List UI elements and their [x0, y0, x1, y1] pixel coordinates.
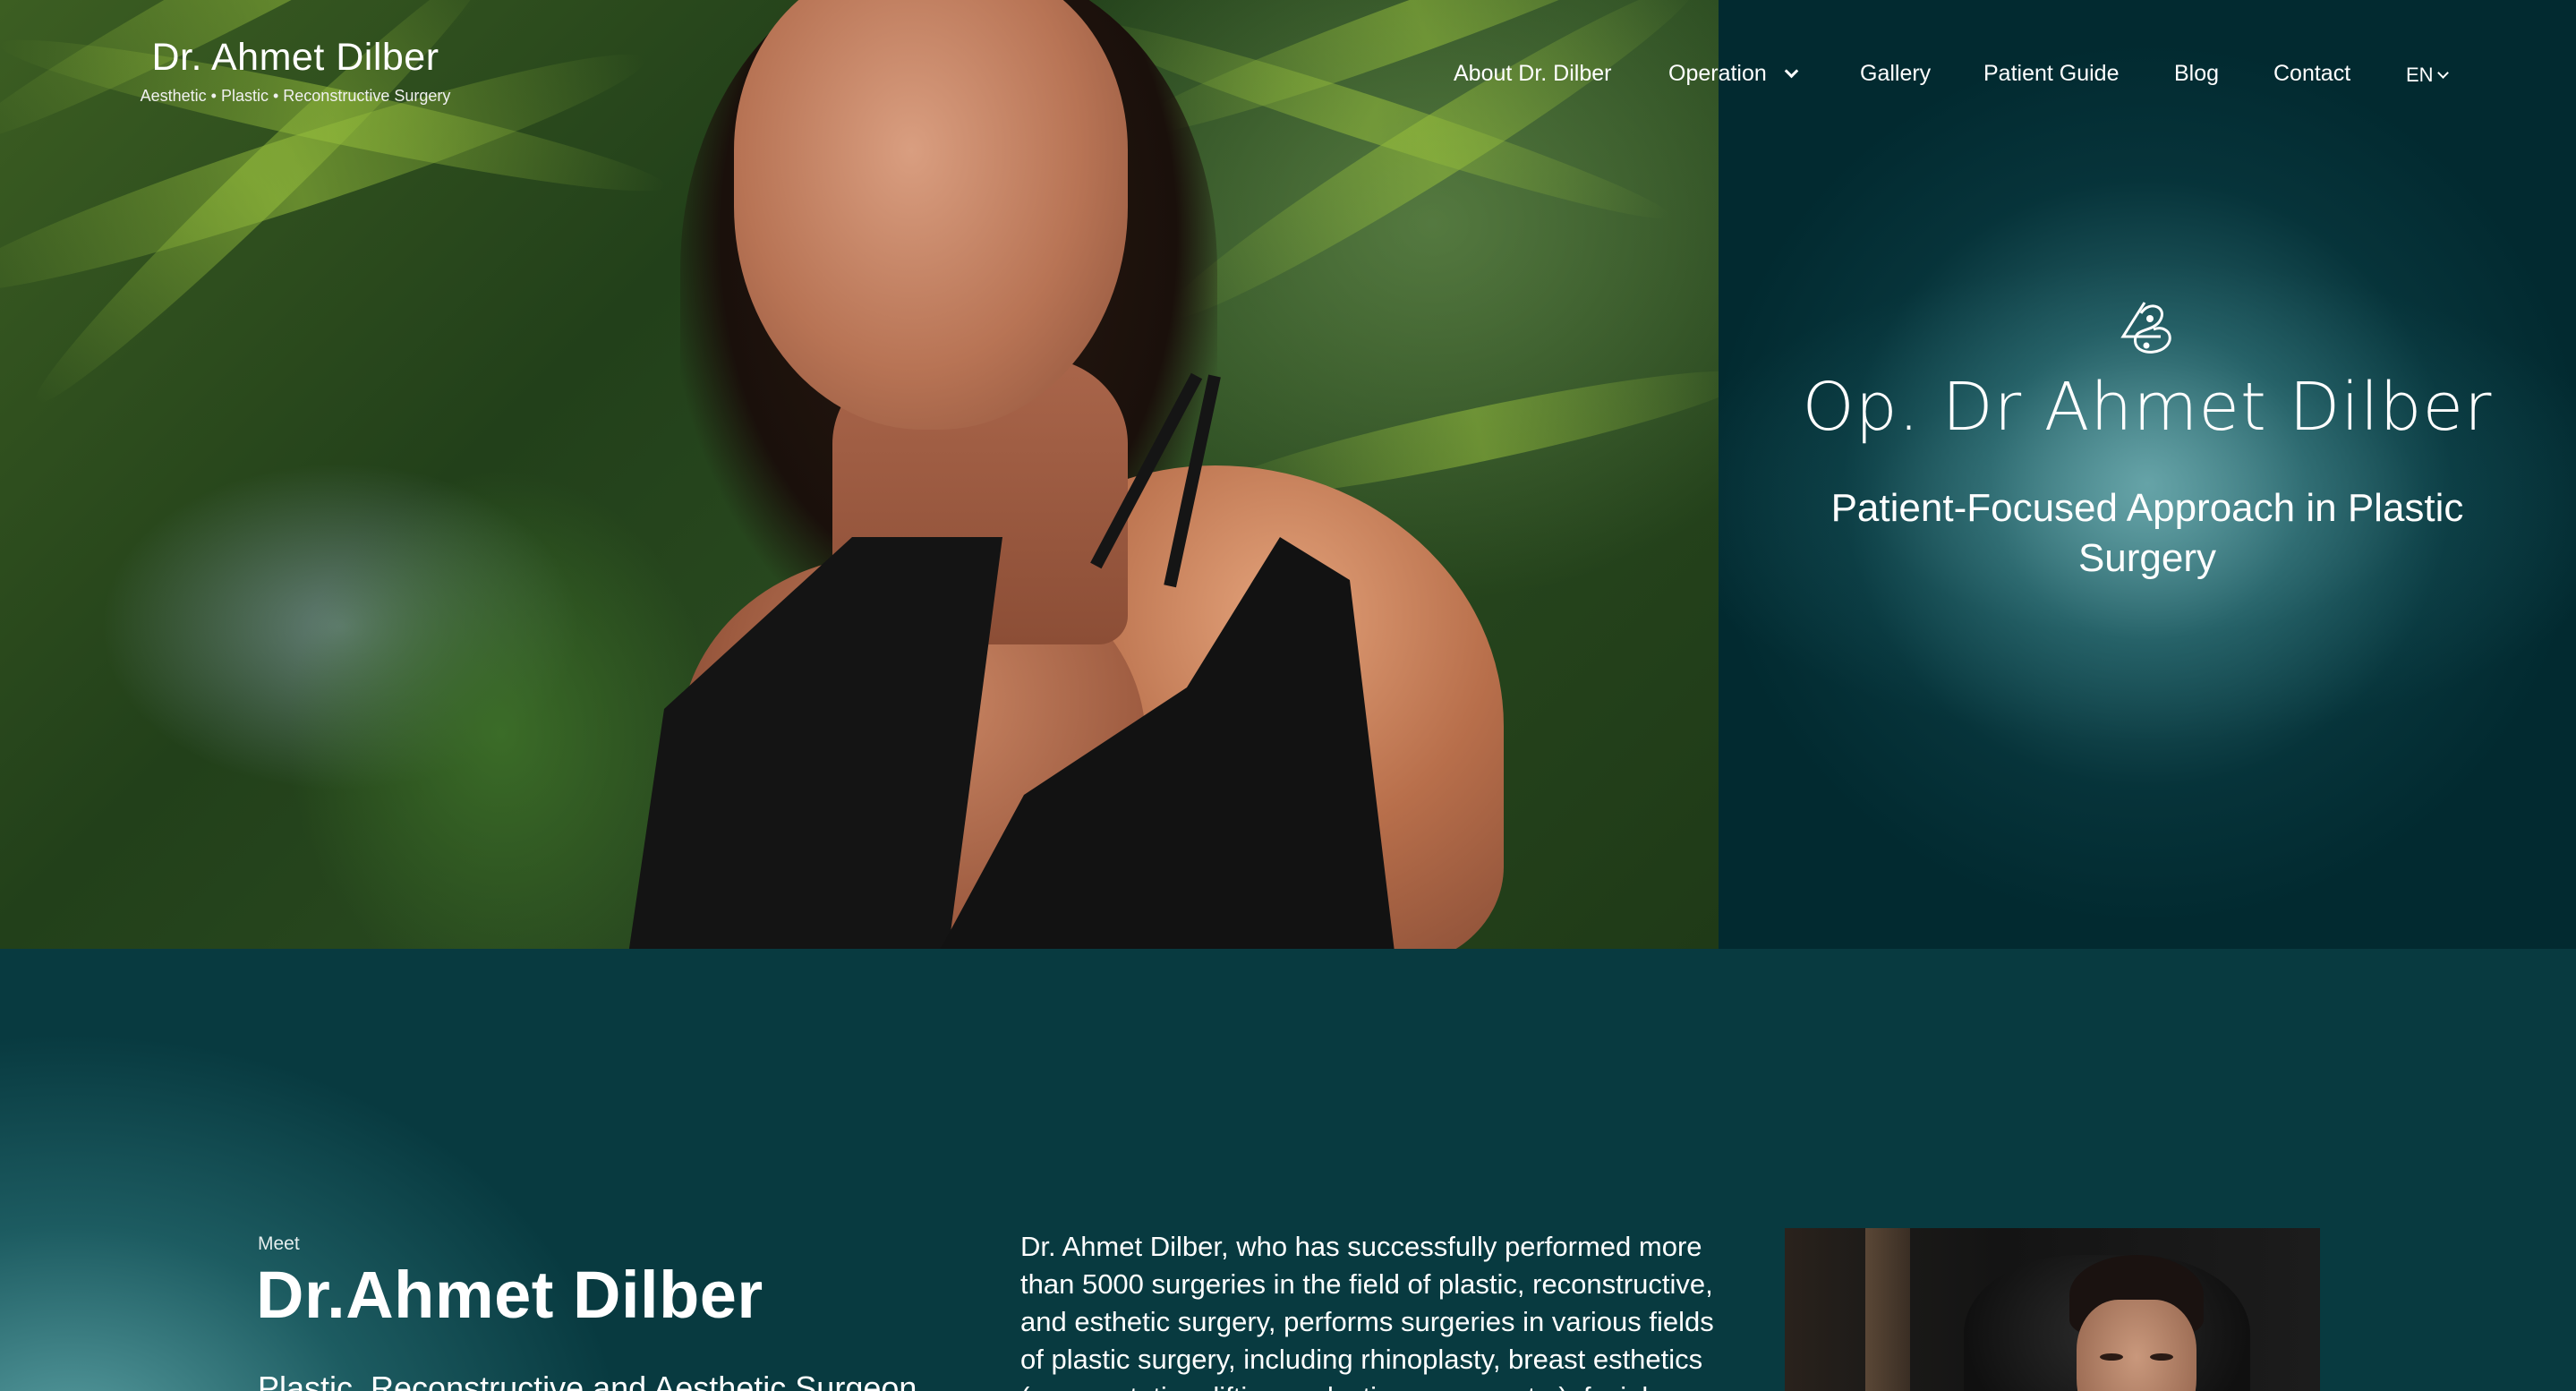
about-name: Dr.Ahmet Dilber — [256, 1258, 763, 1332]
nav-gallery[interactable]: Gallery — [1860, 61, 1931, 87]
hero-title: Op. Dr Ahmet Dilber — [1802, 369, 2493, 446]
chevron-down-icon — [2436, 66, 2449, 79]
nav-patient-guide-label: Patient Guide — [1983, 61, 2120, 86]
hero-image — [0, 0, 1719, 949]
nav-blog[interactable]: Blog — [2174, 61, 2219, 87]
monogram-logo-icon — [2120, 302, 2171, 354]
hero-section: Op. Dr Ahmet Dilber Patient-Focused Appr… — [0, 0, 2576, 949]
nav-contact[interactable]: Contact — [2273, 61, 2350, 87]
language-selector[interactable]: EN — [2406, 64, 2449, 87]
nav-patient-guide[interactable]: Patient Guide — [1983, 61, 2120, 87]
nav-blog-label: Blog — [2174, 61, 2220, 86]
chevron-down-icon — [1784, 64, 1799, 79]
hero-panel — [1719, 0, 2576, 949]
main-nav: About Dr. Dilber Operation Gallery Patie… — [0, 61, 2576, 93]
nav-gallery-label: Gallery — [1860, 61, 1932, 86]
meet-label: Meet — [258, 1233, 300, 1254]
doctor-portrait — [1785, 1228, 2320, 1391]
hero-subtitle: Patient-Focused Approach in Plastic Surg… — [1830, 486, 2464, 580]
page: Op. Dr Ahmet Dilber Patient-Focused Appr… — [0, 0, 2576, 1391]
nav-about[interactable]: About Dr. Dilber — [1454, 61, 1611, 87]
nav-operation[interactable]: Operation — [1668, 61, 1799, 87]
language-label: EN — [2406, 64, 2434, 86]
nav-about-label: About Dr. Dilber — [1454, 61, 1612, 86]
about-description: Dr. Ahmet Dilber, who has successfully p… — [1020, 1231, 1714, 1391]
nav-operation-label: Operation — [1668, 61, 1767, 86]
about-section: Meet Dr.Ahmet Dilber Plastic, Reconstruc… — [0, 949, 2576, 1391]
nav-contact-label: Contact — [2273, 61, 2351, 86]
about-role: Plastic, Reconstructive and Aesthetic Su… — [258, 1370, 917, 1391]
